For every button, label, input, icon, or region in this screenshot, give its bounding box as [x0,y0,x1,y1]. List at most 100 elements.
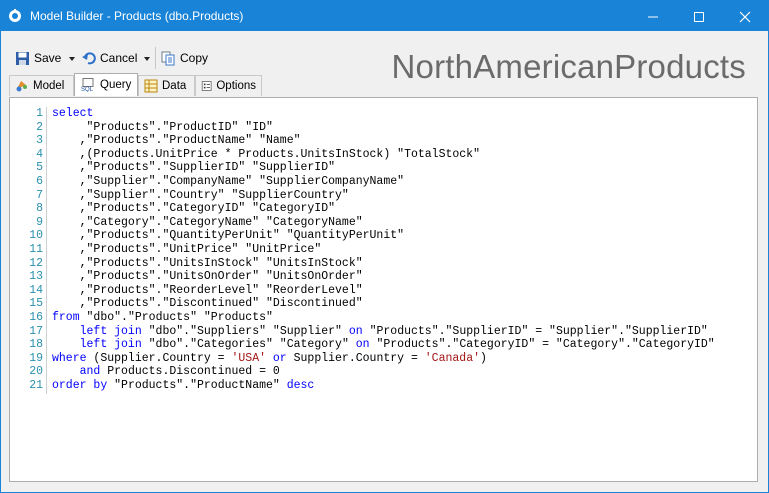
cancel-label: Cancel [100,51,138,65]
code-line: 1 select [15,107,93,121]
code-line: 18 left join "dbo"."Categories" "Categor… [15,338,715,352]
code-text: ,"Products"."QuantityPerUnit" "QuantityP… [52,229,405,243]
code-line: 2 "Products"."ProductID" "ID" [15,120,273,135]
line-number: 20 [29,365,43,379]
minimize-button[interactable] [630,1,676,31]
line-number: 6 [36,175,43,188]
line-number: 10 [29,229,43,243]
maximize-icon [694,12,704,22]
code-line: 16 from "dbo"."Products" "Products" [15,311,273,325]
sql-editor[interactable]: 1 select 2 "Products"."ProductID" "ID" 3 ,"… [15,103,752,473]
code-text: ,"Products"."UnitPrice" "UnitPrice" [52,243,322,256]
options-icon [201,81,212,91]
tab-model-label: Model [33,80,65,92]
data-grid-icon [144,79,158,93]
code-line: 10 ,"Products"."QuantityPerUnit" "Quanti… [15,229,404,243]
svg-text:SQL: SQL [81,87,94,92]
tab-options-label: Options [216,80,256,92]
line-number: 17 [29,324,43,338]
line-number: 3 [36,134,43,148]
code-line: 13 ,"Products"."UnitsOnOrder" "UnitsOnOr… [15,270,362,284]
tab-query-label: Query [100,79,132,91]
undo-icon [82,52,96,65]
code-line: 12 ,"Products"."UnitsInStock" "UnitsInSt… [15,256,362,271]
line-number: 9 [36,215,43,229]
save-button[interactable]: Save [15,48,61,68]
copy-button[interactable]: Copy [161,48,208,68]
code-line: 4 ,(Products.UnitPrice * Products.UnitsI… [15,147,480,162]
code-text: ,(Products.UnitPrice * Products.UnitsInS… [52,147,480,161]
line-number: 2 [36,120,43,134]
toolbar-separator [155,47,156,69]
line-number: 5 [36,161,43,175]
minimize-icon [648,16,658,18]
code-line: 21 order by "Products"."ProductName" desc [15,379,314,393]
code-text: ,"Category"."CategoryName" "CategoryName… [52,215,363,229]
line-number: 16 [29,311,43,324]
code-text: ,"Products"."SupplierID" "SupplierID" [52,161,336,175]
code-text: ,"Products"."UnitsInStock" "UnitsInStock… [52,256,363,270]
app-icon [9,9,21,22]
save-dropdown-arrow-icon[interactable] [68,56,76,62]
code-line: 14 ,"Products"."ReorderLevel" "ReorderLe… [15,283,362,298]
close-icon [739,11,751,23]
code-text: where (Supplier.Country = 'USA' or Suppl… [52,351,487,365]
copy-icon [161,51,175,65]
code-line: 15 ,"Products"."Discontinued" "Discontin… [15,297,362,311]
line-number: 14 [29,283,43,297]
code-text: "Products"."ProductID" "ID" [52,120,273,134]
line-number: 18 [29,338,43,352]
tab-data-label: Data [162,80,187,92]
save-icon [16,51,29,65]
code-line: 9 ,"Category"."CategoryName" "CategoryNa… [15,215,363,230]
code-text: ,"Supplier"."CompanyName" "SupplierCompa… [52,175,405,188]
copy-label: Copy [180,51,209,65]
close-button[interactable] [722,1,768,31]
code-text: left join "dbo"."Suppliers" "Supplier" o… [79,324,708,338]
code-line: 11 ,"Products"."UnitPrice" "UnitPrice" [15,243,321,257]
save-label: Save [34,51,62,65]
code-text: and Products.Discontinued = 0 [79,365,280,379]
code-text: ,"Products"."ProductName" "Name" [52,134,301,148]
model-icon [16,81,27,92]
tab-query[interactable]: SQL Query [74,73,138,96]
code-text: from "dbo"."Products" "Products" [52,311,273,324]
tab-data[interactable]: Data [138,75,195,96]
code-line: 6 ,"Supplier"."CompanyName" "SupplierCom… [15,175,404,189]
line-number: 8 [36,202,43,216]
model-name-heading: NorthAmericanProducts [391,48,746,85]
window-title: Model Builder - Products (dbo.Products) [30,9,244,23]
line-number: 12 [29,256,43,270]
model-builder-window: Model Builder - Products (dbo.Products) … [0,0,769,493]
code-text: ,"Products"."ReorderLevel" "ReorderLevel… [52,283,363,297]
line-number: 19 [29,351,43,365]
cancel-button[interactable]: Cancel [82,48,137,68]
sql-icon: SQL [81,78,94,92]
line-number: 7 [36,188,43,202]
code-text: ,"Products"."UnitsOnOrder" "UnitsOnOrder… [52,270,363,284]
code-line: 20 and Products.Discontinued = 0 [15,365,280,379]
code-text: ,"Supplier"."Country" "SupplierCountry" [52,188,349,202]
code-line: 3 ,"Products"."ProductName" "Name" [15,134,300,148]
line-number-gutter-divider [46,107,47,394]
code-line: 8 ,"Products"."CategoryID" "CategoryID" [15,202,335,216]
code-text: order by "Products"."ProductName" desc [52,379,315,392]
code-text: ,"Products"."CategoryID" "CategoryID" [52,202,336,216]
tab-model[interactable]: Model [9,75,74,96]
line-number: 13 [29,270,43,284]
line-number: 11 [29,243,43,256]
line-number: 21 [29,379,43,392]
code-text: select [52,107,94,120]
code-line: 5 ,"Products"."SupplierID" "SupplierID" [15,161,335,175]
line-number: 1 [36,107,43,120]
title-bar[interactable]: Model Builder - Products (dbo.Products) [1,1,768,31]
cancel-dropdown-arrow-icon[interactable] [143,56,151,62]
code-line: 19 where (Supplier.Country = 'USA' or Sup… [15,351,487,366]
line-number: 4 [36,147,43,161]
code-text: ,"Products"."Discontinued" "Discontinued… [52,297,363,311]
tab-options[interactable]: Options [195,75,262,96]
code-text: left join "dbo"."Categories" "Category" … [79,338,715,352]
code-line: 7 ,"Supplier"."Country" "SupplierCountry… [15,188,349,203]
code-line: 17 left join "dbo"."Suppliers" "Supplier… [15,324,708,339]
maximize-button[interactable] [676,1,722,31]
